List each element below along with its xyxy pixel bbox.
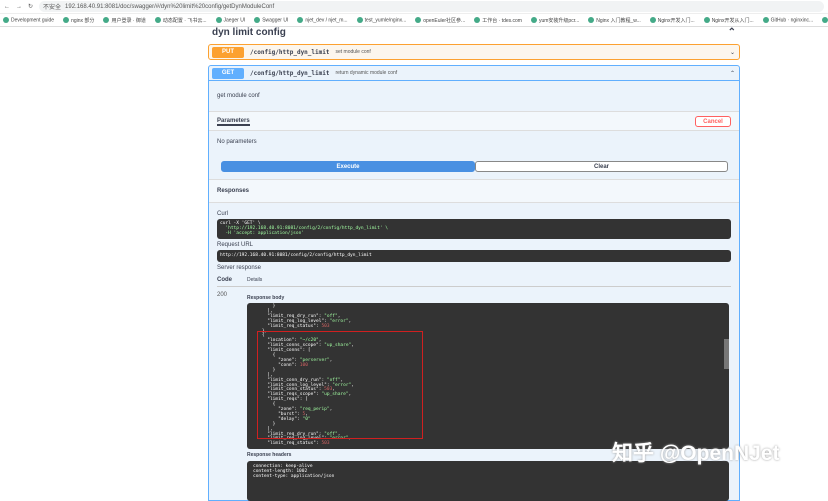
bookmark[interactable]: Nginx开发从入门... — [703, 17, 754, 24]
response-headers-code: connection: keep-alive content-length: 10… — [247, 461, 729, 501]
response-body-label: Response body — [247, 295, 285, 301]
execute-button[interactable]: Execute — [221, 161, 475, 172]
request-url-value: http://192.168.40.91:8081/config/2/confi… — [217, 250, 731, 262]
address-bar-row: ← → ↻ 不安全 192.168.40.91:8081/doc/swagger/#/… — [0, 0, 828, 14]
swagger-section: dyn limit config ⌃ PUT /config/http_dyn_l… — [208, 27, 740, 501]
bookmark[interactable]: nginx 部分 — [63, 17, 94, 24]
request-url-label: Request URL — [217, 242, 254, 248]
code-line: content-type: application/json — [253, 474, 335, 479]
back-icon[interactable]: ← — [4, 4, 10, 10]
method-badge: PUT — [212, 46, 244, 58]
bookmark[interactable]: Nginx 入门教程_w... — [588, 17, 641, 24]
highlight-box — [257, 331, 423, 439]
bookmark[interactable]: GitHub · nginxinc... — [762, 16, 813, 23]
url-input[interactable]: 不安全 192.168.40.91:8081/doc/swagger/#/dyn%… — [39, 1, 824, 12]
method-badge: GET — [212, 67, 244, 79]
section-header[interactable]: dyn limit config ⌃ — [208, 27, 740, 41]
bookmark[interactable]: njet_dev / njet_m... — [297, 16, 348, 23]
watermark: 知乎 @OpenNJet — [612, 442, 780, 465]
section-title: dyn limit config — [212, 27, 286, 38]
bookmark[interactable]: 用户登录 · 御道 — [103, 17, 146, 24]
parameters-tab[interactable]: Parameters — [217, 118, 250, 126]
details-header: Details — [247, 277, 263, 283]
operation-path: /config/http_dyn_limit — [250, 48, 330, 56]
url-text: 192.168.40.91:8081/doc/swagger/#/dyn%20l… — [65, 3, 275, 10]
chevron-down-icon[interactable]: ⌄ — [730, 49, 735, 56]
curl-code: curl -X 'GET' \ 'http://192.168.40.91:80… — [217, 219, 731, 239]
operation-path: /config/http_dyn_limit — [250, 69, 330, 77]
server-response-label: Server response — [217, 265, 262, 271]
bookmark[interactable]: test_yumle/nginx... — [356, 16, 406, 23]
bookmark[interactable]: 工作台 · tdes.com — [474, 17, 522, 24]
bookmark[interactable]: openEuler社区参... — [415, 17, 465, 24]
operation-summary: return dynamic module conf — [335, 70, 398, 76]
put-operation[interactable]: PUT /config/http_dyn_limit set module co… — [208, 44, 740, 60]
clear-button[interactable]: Clear — [475, 161, 728, 172]
cancel-button[interactable]: Cancel — [695, 116, 731, 127]
no-parameters-text: No parameters — [217, 139, 257, 145]
get-operation[interactable]: GET /config/http_dyn_limit return dynami… — [208, 65, 740, 81]
bookmark[interactable]: Nginx开发入门... — [649, 17, 695, 24]
security-label: 不安全 — [43, 5, 62, 11]
operation-summary: set module conf — [335, 49, 371, 55]
code-line: -H 'accept: application/json' — [220, 231, 304, 236]
chevron-up-icon[interactable]: ⌃ — [728, 27, 736, 41]
operation-description: get module conf — [217, 93, 260, 99]
scrollbar[interactable] — [724, 339, 729, 369]
bookmark[interactable]: yum安装升级pcr... — [530, 17, 579, 24]
bookmark[interactable]: Jaeger UI — [215, 16, 245, 23]
reload-icon[interactable]: ↻ — [28, 3, 33, 10]
curl-label: Curl — [217, 211, 229, 217]
responses-heading: Responses — [217, 188, 250, 194]
bookmark[interactable]: 动态配置 · 飞书云... — [154, 17, 207, 24]
chevron-up-icon[interactable]: ⌃ — [730, 70, 735, 77]
forward-icon[interactable]: → — [16, 4, 22, 10]
bookmark[interactable]: Swagger UI — [254, 16, 288, 23]
bookmark[interactable]: 通过ingress Conte... — [822, 17, 828, 24]
bookmarks-bar: Development guide nginx 部分 用户登录 · 御道 动态配置 ·… — [0, 14, 828, 27]
bookmark[interactable]: Development guide — [3, 16, 54, 23]
